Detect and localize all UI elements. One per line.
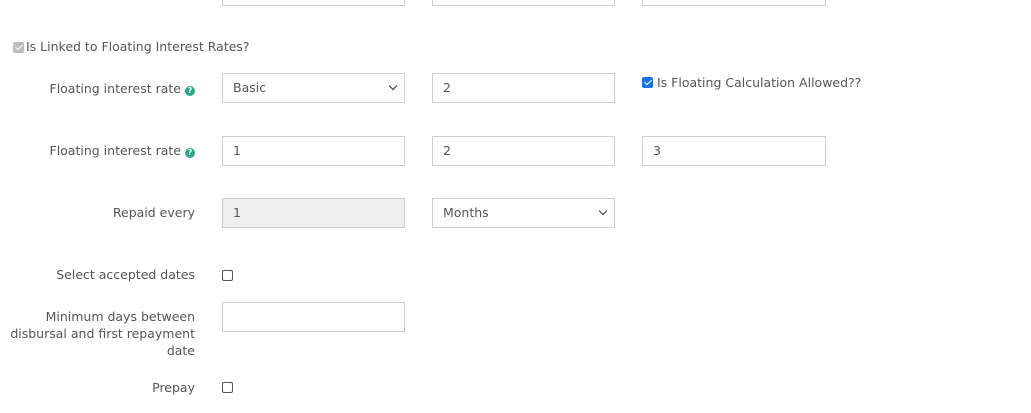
top-input-1[interactable]	[222, 0, 405, 6]
floating-rate-type-value: Basic	[233, 80, 267, 95]
question-circle-icon[interactable]: ?	[185, 86, 195, 96]
min-days-label-line-2: disbursal and first repayment	[10, 326, 195, 341]
floating-rate-label-text-2: Floating interest rate	[49, 143, 182, 158]
floating-rate-input-1-value: 2	[443, 80, 451, 95]
floating-rate-label-1: Floating interest rate?	[49, 80, 195, 97]
floating-calc-allowed-label: Is Floating Calculation Allowed??	[657, 75, 862, 90]
floating-rate-value-2[interactable]: 2	[432, 136, 615, 166]
repaid-every-value: 1	[233, 205, 241, 220]
floating-rate-value-3-text: 3	[653, 143, 661, 158]
floating-rate-value-1-text: 1	[233, 143, 241, 158]
accepted-dates-label: Select accepted dates	[56, 267, 195, 282]
top-input-3[interactable]	[642, 0, 826, 6]
min-days-label: Minimum days between disbursal and first…	[10, 308, 195, 359]
question-circle-icon[interactable]: ?	[185, 148, 195, 158]
min-days-label-line-1: Minimum days between	[45, 309, 195, 324]
floating-calc-allowed-checkbox[interactable]	[642, 77, 653, 88]
floating-rate-value-1[interactable]: 1	[222, 136, 405, 166]
repaid-every-label: Repaid every	[112, 205, 195, 220]
top-input-2[interactable]	[432, 0, 615, 6]
floating-rate-value-2-text: 2	[443, 143, 451, 158]
repaid-every-unit-value: Months	[443, 205, 489, 220]
repaid-every-input: 1	[222, 198, 405, 228]
prepay-label: Prepay	[152, 380, 195, 395]
floating-rate-input-1[interactable]: 2	[432, 73, 615, 103]
floating-rate-type-select[interactable]: Basic	[222, 73, 405, 103]
floating-rate-label-text-1: Floating interest rate	[49, 81, 182, 96]
linked-floating-checkbox[interactable]	[13, 42, 24, 53]
floating-rate-label-2: Floating interest rate?	[49, 142, 195, 159]
linked-floating-label: Is Linked to Floating Interest Rates?	[26, 39, 250, 54]
accepted-dates-checkbox[interactable]	[222, 270, 233, 281]
min-days-label-line-3: date	[166, 343, 195, 358]
floating-rate-value-3[interactable]: 3	[642, 136, 826, 166]
prepay-checkbox[interactable]	[222, 382, 233, 393]
min-days-input[interactable]	[222, 302, 405, 332]
repaid-every-unit-select[interactable]: Months	[432, 198, 615, 228]
